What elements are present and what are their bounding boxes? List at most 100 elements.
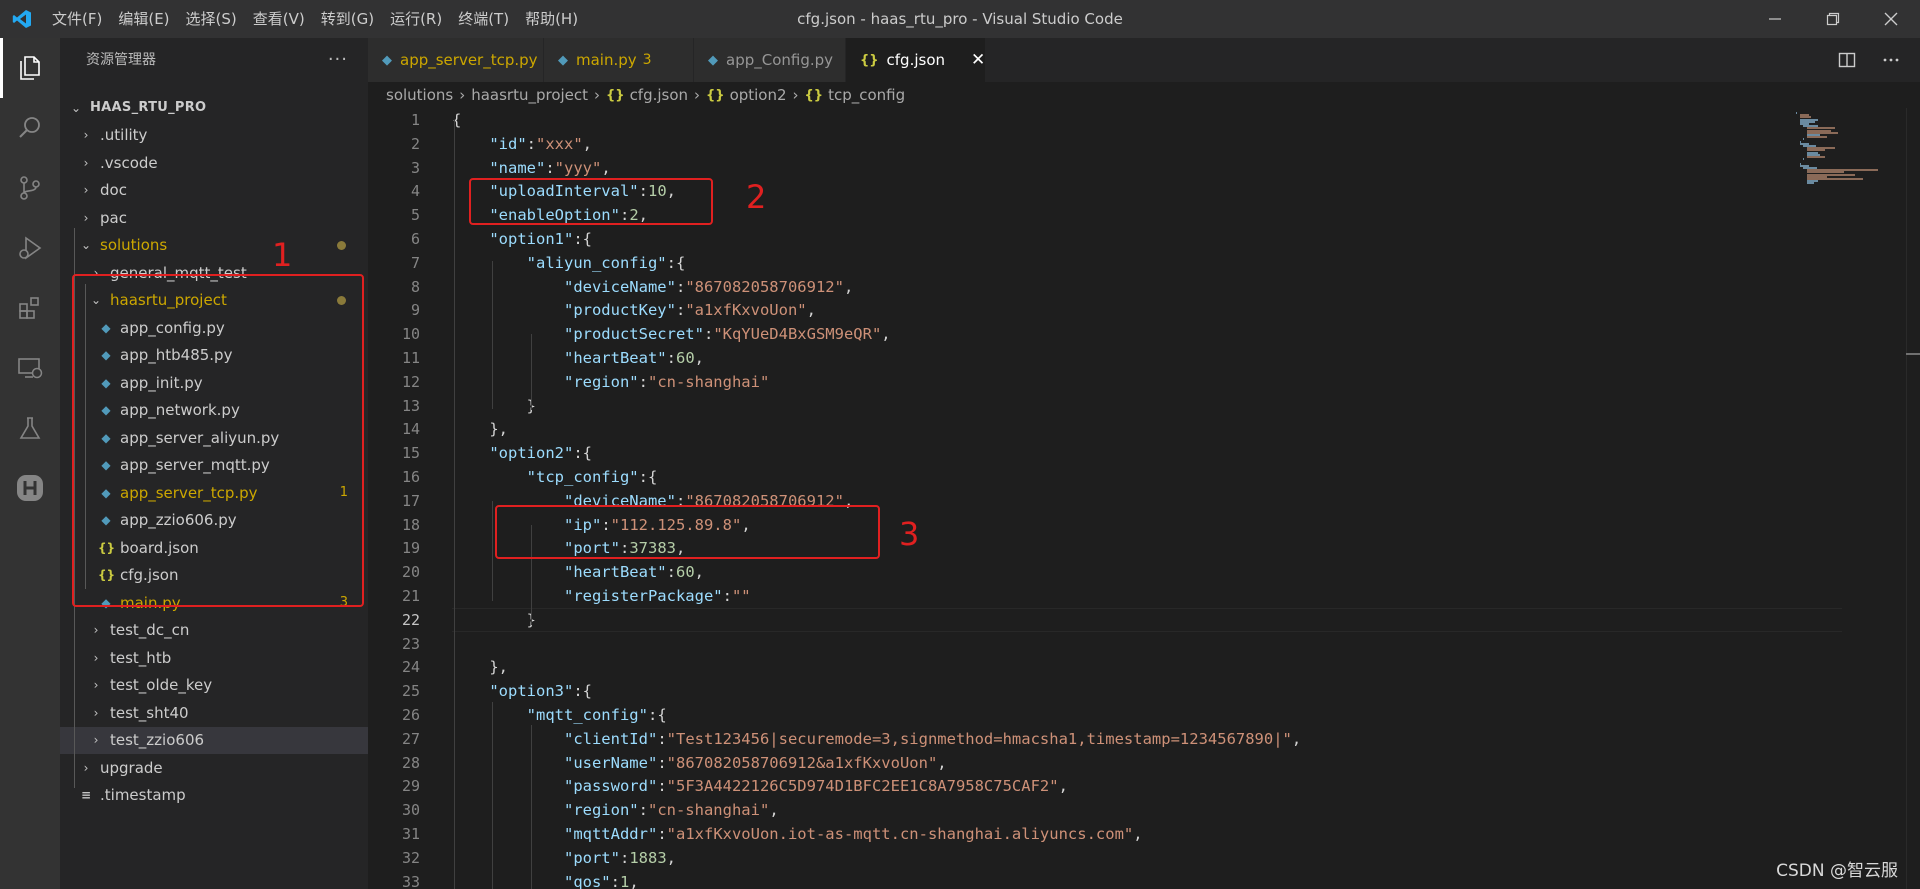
code-line[interactable]: "option3":{ xyxy=(452,679,592,703)
tab-app-config[interactable]: ◆ app_Config.py xyxy=(694,38,846,82)
tree-folder[interactable]: › test_sht40 xyxy=(60,699,368,726)
code-line[interactable]: "userName":"867082058706912&a1xfKxvoUon"… xyxy=(452,751,947,775)
code-line[interactable]: "mqttAddr":"a1xfKxvoUon.iot-as-mqtt.cn-s… xyxy=(452,822,1143,846)
extensions-button[interactable] xyxy=(0,278,60,338)
breadcrumb-item[interactable]: solutions xyxy=(386,86,453,104)
code-line[interactable]: "heartBeat":60, xyxy=(452,346,704,370)
code-line[interactable]: } xyxy=(452,394,536,418)
menu-selection[interactable]: 选择(S) xyxy=(178,0,245,38)
tree-folder[interactable]: ⌄ solutions xyxy=(60,232,368,259)
tree-folder[interactable]: › test_htb xyxy=(60,644,368,671)
split-editor-icon[interactable] xyxy=(1838,51,1856,69)
tree-root[interactable]: ⌄ HAAS_RTU_PRO xyxy=(60,94,368,121)
tree-folder[interactable]: › test_dc_cn xyxy=(60,617,368,644)
code-line[interactable]: }, xyxy=(452,417,508,441)
json-file-icon: {} xyxy=(860,52,879,68)
code-line[interactable]: "region":"cn-shanghai" xyxy=(452,370,769,394)
tree-folder[interactable]: › test_zzio606 xyxy=(60,726,368,754)
minimap[interactable] xyxy=(1796,108,1906,889)
explorer-header: 资源管理器 ··· xyxy=(60,38,368,80)
code-line[interactable]: "name":"yyy", xyxy=(452,156,610,180)
tree-folder[interactable]: › test_olde_key xyxy=(60,672,368,699)
chevron-right-icon: › xyxy=(83,210,89,225)
vertical-scrollbar[interactable] xyxy=(1906,108,1920,889)
tab-app-server-tcp[interactable]: ◆ app_server_tcp.py 1 xyxy=(368,38,552,82)
close-tab-icon[interactable]: ✕ xyxy=(971,50,985,70)
code-line[interactable]: "productSecret":"KqYUeD4BxGSM9eQR", xyxy=(452,322,891,346)
menu-run[interactable]: 运行(R) xyxy=(382,0,450,38)
breadcrumb-item[interactable]: option2 xyxy=(730,86,787,104)
remote-explorer-icon xyxy=(18,358,43,379)
tree-item-label: test_htb xyxy=(110,648,172,667)
menu-view[interactable]: 查看(V) xyxy=(245,0,313,38)
close-window-button[interactable] xyxy=(1862,0,1920,38)
tab-label: app_server_tcp.py xyxy=(400,51,538,69)
more-actions-icon[interactable] xyxy=(1882,51,1900,69)
menu-terminal[interactable]: 终端(T) xyxy=(450,0,517,38)
indent-guide xyxy=(454,120,455,889)
menu-help[interactable]: 帮助(H) xyxy=(517,0,586,38)
chevron-right-icon: › xyxy=(93,678,99,692)
tree-folder[interactable]: › .utility xyxy=(60,122,368,149)
code-line[interactable]: "option2":{ xyxy=(452,441,592,465)
minimap-line xyxy=(1806,156,1825,158)
tab-cfg-json[interactable]: {} cfg.json ✕ xyxy=(846,38,986,82)
tree-folder[interactable]: › .vscode xyxy=(60,149,368,176)
code-line[interactable]: "password":"5F3A4422126C5D974D1BFC2EE1C8… xyxy=(452,774,1068,798)
code-line[interactable]: "deviceName":"867082058706912", xyxy=(452,275,853,299)
annotation-box-1 xyxy=(72,274,364,607)
source-control-button[interactable] xyxy=(0,158,60,218)
line-number: 30 xyxy=(401,801,420,820)
tree-folder[interactable]: › pac xyxy=(60,204,368,231)
menu-file[interactable]: 文件(F) xyxy=(44,0,110,38)
menu-go[interactable]: 转到(G) xyxy=(313,0,382,38)
haas-button[interactable] xyxy=(0,458,60,518)
code-line[interactable]: "option1":{ xyxy=(452,227,592,251)
breadcrumb-item[interactable]: cfg.json xyxy=(630,86,688,104)
code-line[interactable]: "productKey":"a1xfKxvoUon", xyxy=(452,298,816,322)
testing-button[interactable] xyxy=(0,398,60,458)
code-line[interactable]: } xyxy=(452,608,536,632)
chevron-right-icon: › xyxy=(83,128,89,142)
tree-folder[interactable]: › doc xyxy=(60,177,368,204)
remote-explorer-button[interactable] xyxy=(0,338,60,398)
code-editor[interactable]: 1{2 "id":"xxx", 3 "name":"yyy", 4 "uploadI… xyxy=(368,108,1920,889)
code-line[interactable]: "mqtt_config":{ xyxy=(452,703,667,727)
more-actions-icon[interactable]: ··· xyxy=(328,49,348,70)
breadcrumb-separator: › xyxy=(594,86,601,104)
search-button[interactable] xyxy=(0,98,60,158)
code-line[interactable]: "aliyun_config":{ xyxy=(452,251,686,275)
run-debug-button[interactable] xyxy=(0,218,60,278)
tree-file[interactable]: ≡ .timestamp xyxy=(60,782,368,809)
code-line[interactable]: "registerPackage":"" xyxy=(452,584,751,608)
line-number: 19 xyxy=(401,539,420,558)
minimize-button[interactable] xyxy=(1746,0,1804,38)
tree-folder[interactable]: › upgrade xyxy=(60,754,368,781)
menu-edit[interactable]: 编辑(E) xyxy=(110,0,177,38)
restore-button[interactable] xyxy=(1804,0,1862,38)
code-line[interactable]: "id":"xxx", xyxy=(452,132,592,156)
code-line[interactable]: "region":"cn-shanghai", xyxy=(452,798,779,822)
tab-main[interactable]: ◆ main.py 3 xyxy=(544,38,694,82)
code-line[interactable]: "port":1883, xyxy=(452,846,676,870)
code-line[interactable]: "heartBeat":60, xyxy=(452,560,704,584)
run-debug-icon xyxy=(19,236,42,260)
breadcrumb: solutions › haasrtu_project › {} cfg.jso… xyxy=(368,82,1920,108)
tree-item-label: solutions xyxy=(100,236,168,254)
code-line[interactable]: "clientId":"Test123456|securemode=3,sign… xyxy=(452,727,1301,751)
breadcrumb-item[interactable]: haasrtu_project xyxy=(471,86,588,104)
line-number: 13 xyxy=(401,396,420,415)
tree-item-label: .vscode xyxy=(100,153,158,172)
breadcrumb-item[interactable]: tcp_config xyxy=(828,86,905,104)
code-line[interactable]: "qos":1, xyxy=(452,870,639,889)
chevron-down-icon: ⌄ xyxy=(80,238,92,252)
minimap-line xyxy=(1803,158,1805,161)
explorer-button[interactable] xyxy=(0,38,60,98)
tab-label: cfg.json xyxy=(886,51,945,69)
tree-item-label: .timestamp xyxy=(100,786,186,804)
code-line[interactable]: }, xyxy=(452,655,508,679)
modified-dot xyxy=(337,240,346,250)
line-number: 16 xyxy=(401,468,420,486)
code-line[interactable]: "tcp_config":{ xyxy=(452,465,658,489)
minimap-line xyxy=(1796,112,1797,114)
